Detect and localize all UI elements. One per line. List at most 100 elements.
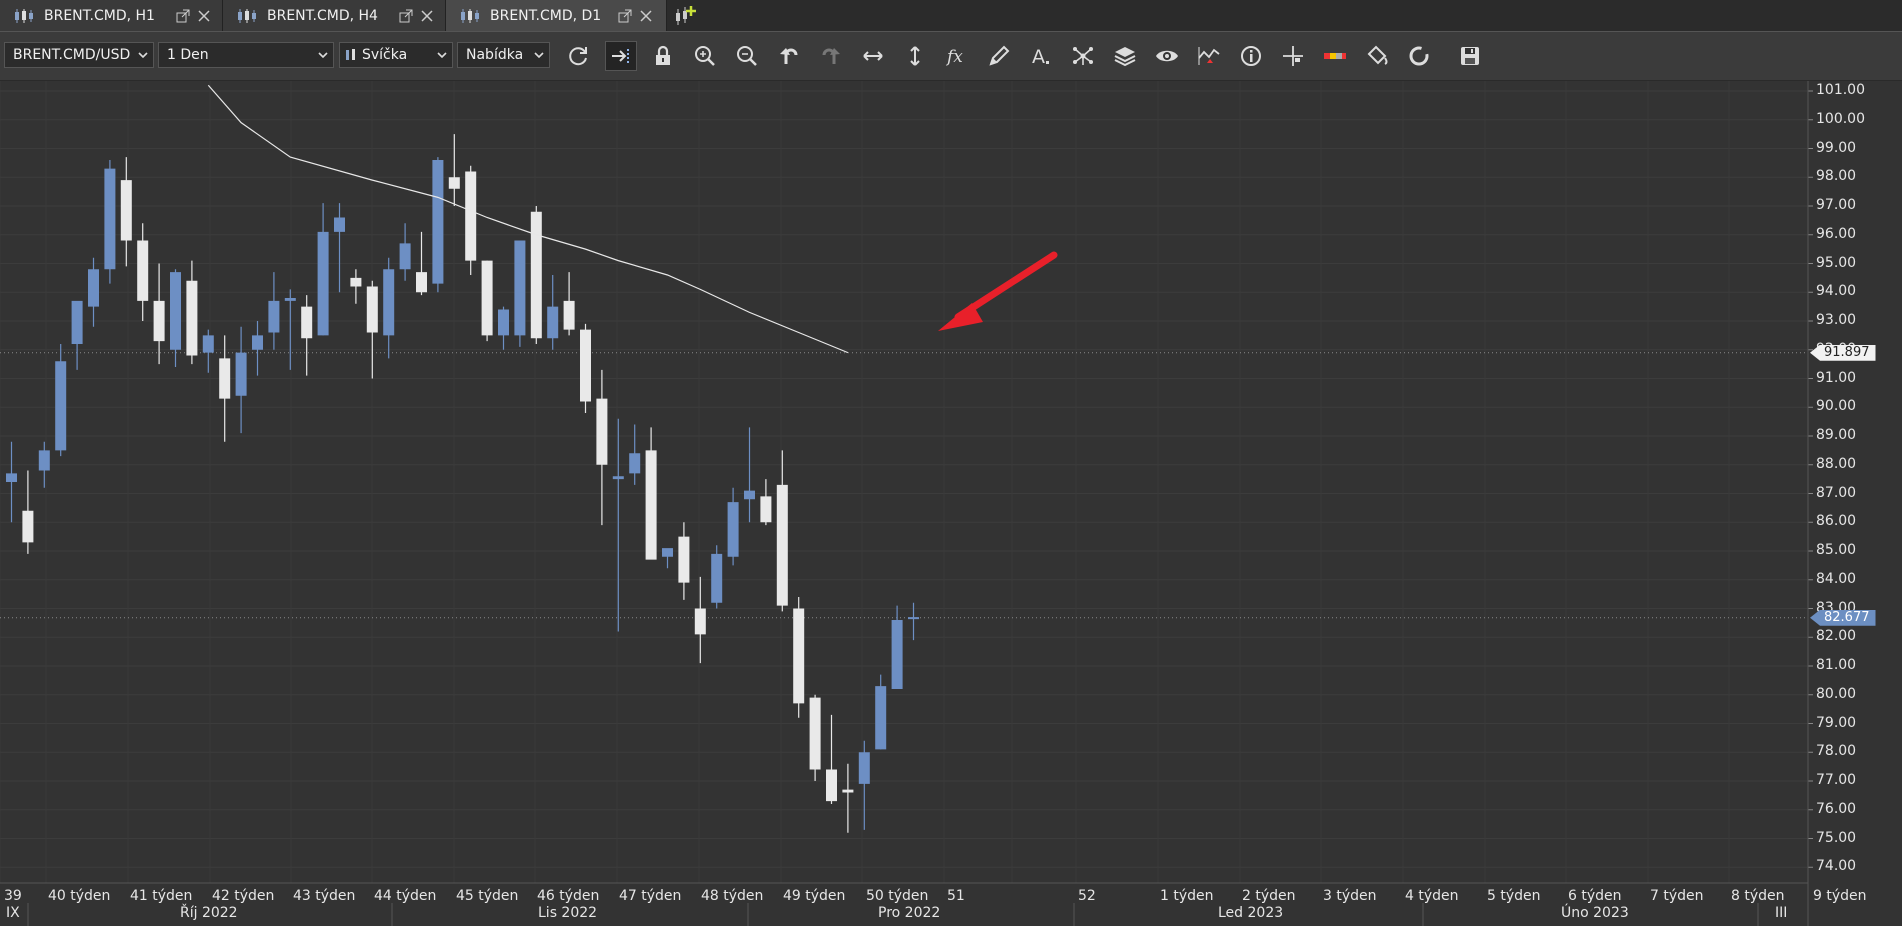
candle-body (399, 243, 411, 270)
info-button[interactable] (1235, 41, 1267, 71)
candle-body (481, 260, 493, 336)
candle-body (563, 300, 575, 330)
month-label: Úno 2023 (1561, 905, 1629, 921)
price-side-select[interactable]: Nabídka (457, 42, 550, 68)
patterns-icon (1073, 47, 1093, 65)
chart-type-select[interactable]: Svíčka (339, 42, 453, 68)
undo-icon (780, 48, 798, 64)
save-button[interactable] (1454, 41, 1486, 71)
undo-button[interactable] (773, 41, 805, 71)
tab-brent-h1[interactable]: BRENT.CMD, H1 (0, 0, 223, 31)
add-chart-icon[interactable] (672, 3, 698, 29)
price-tick-label: 81.00 (1816, 657, 1857, 673)
price-tick-label: 91.00 (1816, 369, 1857, 386)
lock-button[interactable] (647, 41, 679, 71)
shift-chart-button[interactable] (605, 41, 637, 71)
close-icon[interactable] (197, 9, 211, 23)
signals-button[interactable] (1193, 41, 1225, 71)
tab-brent-d1[interactable]: BRENT.CMD, D1 (446, 0, 667, 31)
refresh-icon (569, 47, 587, 66)
period-value: 1 Den (167, 47, 209, 63)
zoom-in-icon (695, 46, 715, 66)
fill-button[interactable] (1361, 41, 1393, 71)
text-button[interactable]: A (1025, 41, 1057, 71)
price-side-value: Nabídka (466, 47, 524, 63)
tab-label: BRENT.CMD, D1 (490, 7, 602, 24)
tab-brent-h4[interactable]: BRENT.CMD, H4 (223, 0, 446, 31)
candle-body (514, 240, 526, 336)
candle-body (334, 217, 345, 232)
zoom-out-button[interactable] (731, 41, 763, 71)
candle-body (908, 617, 919, 620)
shift-chart-icon (612, 49, 629, 63)
ma-price-tag: 91.897 (1810, 344, 1876, 361)
draw-button[interactable] (983, 41, 1015, 71)
price-tick-label: 99.00 (1816, 139, 1857, 156)
price-tick-label: 80.00 (1816, 685, 1857, 702)
candlestick-icon (346, 49, 355, 60)
patterns-button[interactable] (1067, 41, 1099, 71)
popout-icon[interactable] (176, 9, 190, 23)
candle-body (711, 553, 723, 603)
candle-body (694, 608, 706, 635)
week-label: 3 týden (1323, 888, 1377, 904)
price-chart[interactable] (0, 81, 1902, 926)
candle-body (432, 160, 444, 284)
month-label: IX (6, 905, 20, 921)
candle-body (645, 450, 657, 560)
price-tick-label: 98.00 (1816, 168, 1857, 185)
price-tick-label: 87.00 (1816, 484, 1857, 501)
month-label: Lis 2022 (538, 905, 598, 921)
redo-button[interactable] (815, 41, 847, 71)
candlestick-chart[interactable] (0, 81, 1902, 926)
text-tool-icon: A (1032, 46, 1049, 68)
instrument-value: BRENT.CMD/USD (13, 47, 131, 63)
candle-body (875, 686, 887, 750)
plot-area[interactable] (0, 81, 1808, 883)
candle-body (38, 450, 50, 471)
crosshair-button[interactable] (1277, 41, 1309, 71)
candle-body (6, 473, 17, 482)
candle-body (71, 300, 83, 344)
candle-body (88, 269, 99, 307)
price-tick-label: 74.00 (1816, 858, 1857, 875)
period-select[interactable]: 1 Den (158, 42, 334, 68)
candle-body (317, 231, 329, 336)
vertical-scale-button[interactable] (899, 41, 931, 71)
instrument-select[interactable]: BRENT.CMD/USD (4, 42, 154, 68)
horizontal-scale-button[interactable] (857, 41, 889, 71)
chevron-down-icon (318, 52, 328, 59)
candle-body (219, 358, 231, 399)
chart-toolbar: BRENT.CMD/USD 1 Den Svíčka Nabídka fx A (0, 32, 1902, 81)
candle-body (416, 272, 427, 293)
color-theme-button[interactable] (1319, 41, 1351, 71)
layers-button[interactable] (1109, 41, 1141, 71)
week-label: 5 týden (1487, 888, 1541, 904)
month-label: Pro 2022 (878, 905, 941, 921)
reset-button[interactable] (1403, 41, 1435, 71)
price-tick-label: 94.00 (1816, 283, 1857, 300)
visibility-button[interactable] (1151, 41, 1183, 71)
popout-icon[interactable] (618, 9, 632, 23)
price-tick-label: 96.00 (1816, 225, 1857, 242)
refresh-button[interactable] (562, 41, 594, 71)
candle-body (776, 484, 788, 606)
price-tick-label: 100.00 (1816, 110, 1865, 127)
price-tick-label: 86.00 (1816, 513, 1857, 530)
zoom-in-button[interactable] (689, 41, 721, 71)
close-icon[interactable] (420, 9, 434, 23)
week-label: 9 týden (1813, 888, 1867, 904)
candle-body (727, 502, 739, 557)
indicators-button[interactable]: fx (941, 41, 973, 71)
week-label: 50 týden (866, 888, 929, 904)
close-icon[interactable] (639, 9, 653, 23)
price-tick-label: 93.00 (1816, 312, 1857, 328)
popout-icon[interactable] (399, 9, 413, 23)
paint-bucket-icon (1367, 45, 1388, 65)
week-label: 45 týden (456, 888, 519, 904)
reset-icon (1409, 46, 1429, 66)
week-label: 4 týden (1405, 888, 1459, 904)
week-label: 46 týden (537, 888, 600, 904)
candle-body (448, 177, 460, 189)
candle-body (678, 536, 690, 583)
